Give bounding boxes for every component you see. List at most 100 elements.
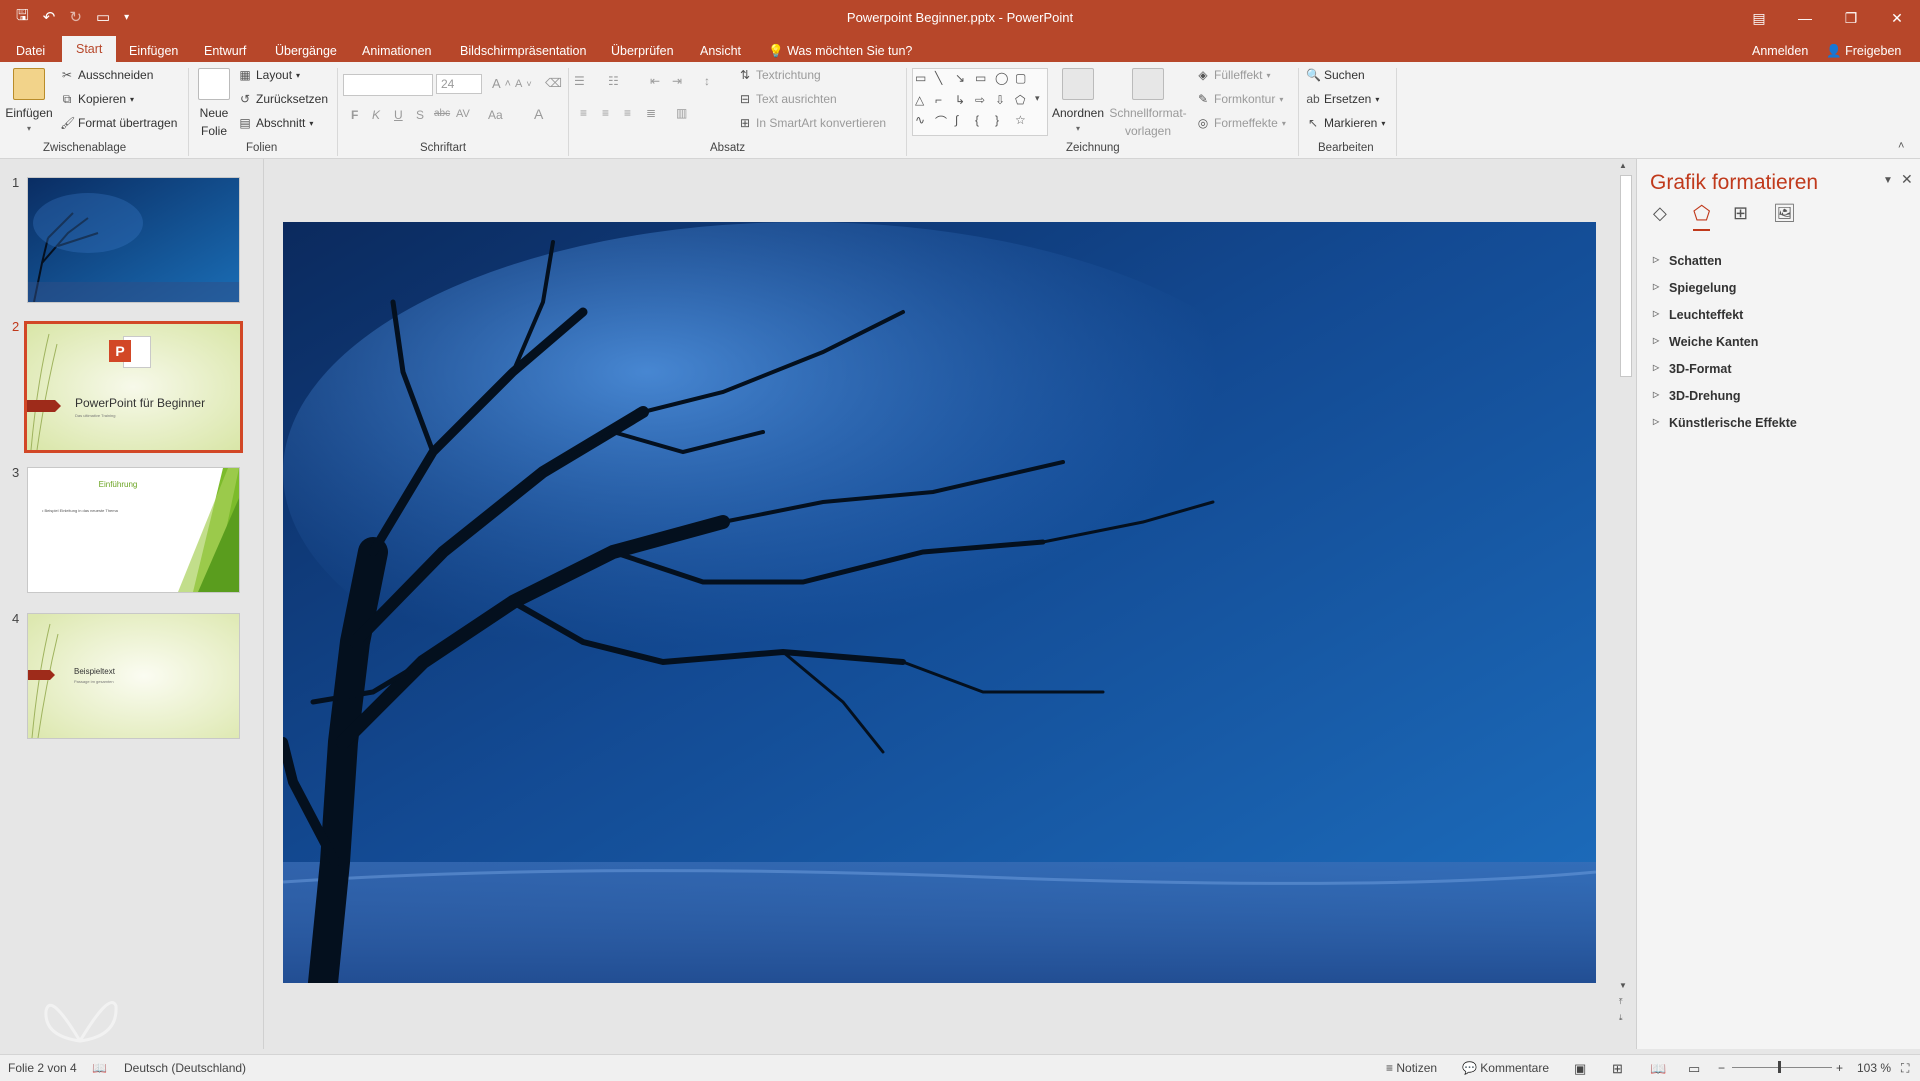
- line-spacing-button[interactable]: ↕: [704, 74, 710, 88]
- slide-thumbnail-3[interactable]: Einführung • Beispiel Einleitung in das …: [27, 467, 240, 593]
- tab-entwurf[interactable]: Entwurf: [204, 40, 246, 62]
- tab-animationen[interactable]: Animationen: [362, 40, 432, 62]
- zoom-slider-thumb[interactable]: [1778, 1061, 1781, 1073]
- down-arrow-icon[interactable]: ⇩: [995, 93, 1005, 107]
- pane-section-shadow[interactable]: ▷ Schatten: [1653, 254, 1722, 268]
- ribbon-display-options-icon[interactable]: ▤: [1736, 0, 1782, 36]
- format-painter-button[interactable]: 🖌 Format übertragen: [60, 116, 177, 130]
- zoom-out-icon[interactable]: −: [1718, 1061, 1725, 1075]
- font-name-box[interactable]: [343, 74, 433, 96]
- copy-button[interactable]: ⧉ Kopieren ▾: [60, 92, 134, 106]
- char-spacing-button[interactable]: AV: [456, 108, 470, 120]
- align-left-button[interactable]: ≡: [580, 106, 587, 120]
- rectangle-icon[interactable]: ▭: [975, 71, 986, 85]
- layout-button[interactable]: ▦ Layout ▾: [238, 68, 300, 82]
- paste-button[interactable]: Einfügen ▾: [5, 68, 53, 133]
- section-button[interactable]: ▤ Abschnitt ▾: [238, 116, 313, 130]
- find-button[interactable]: 🔍 Suchen: [1306, 68, 1365, 82]
- reset-button[interactable]: ↺ Zurücksetzen: [238, 92, 328, 106]
- reading-view-icon[interactable]: 📖: [1650, 1061, 1666, 1077]
- tab-einfuegen[interactable]: Einfügen: [129, 40, 178, 62]
- pane-section-reflection[interactable]: ▷ Spiegelung: [1653, 281, 1736, 295]
- share-button[interactable]: 👤 Freigeben: [1826, 40, 1901, 62]
- pane-options-icon[interactable]: ▼: [1883, 175, 1893, 186]
- restore-icon[interactable]: ❐: [1828, 0, 1874, 36]
- collapse-ribbon-icon[interactable]: ˄: [1898, 140, 1904, 152]
- rounded-rect-icon[interactable]: ▢: [1015, 71, 1026, 85]
- scroll-down-icon[interactable]: ▼: [1619, 981, 1627, 990]
- arrow-line-icon[interactable]: ↘: [955, 71, 965, 85]
- textbox-icon[interactable]: ▭: [915, 71, 926, 85]
- quick-styles-button[interactable]: Schnellformat- vorlagen: [1108, 68, 1188, 138]
- arrange-button[interactable]: Anordnen ▾: [1050, 68, 1106, 133]
- freeform-icon[interactable]: ⬠: [1015, 93, 1025, 107]
- underline-button[interactable]: U: [394, 108, 403, 122]
- scroll-up-icon[interactable]: ▲: [1619, 161, 1627, 170]
- brace-left-icon[interactable]: {: [975, 113, 979, 127]
- replace-button[interactable]: ab Ersetzen ▾: [1306, 92, 1379, 106]
- justify-button[interactable]: ≣: [646, 106, 656, 120]
- increase-indent-button[interactable]: ⇥: [672, 74, 682, 88]
- elbow-icon[interactable]: ↳: [955, 93, 965, 107]
- star-icon[interactable]: ☆: [1015, 113, 1026, 127]
- tell-me-search[interactable]: 💡 Was möchten Sie tun?: [768, 40, 912, 62]
- font-size-box[interactable]: 24: [436, 74, 482, 94]
- fill-line-tab-icon[interactable]: ◇: [1653, 203, 1667, 224]
- fit-slide-icon[interactable]: ⛶: [1901, 1061, 1909, 1076]
- italic-button[interactable]: K: [372, 108, 380, 122]
- tab-start[interactable]: Start: [62, 36, 117, 62]
- scrollbar-thumb[interactable]: [1620, 175, 1632, 377]
- bold-button[interactable]: F: [351, 108, 358, 122]
- zoom-in-icon[interactable]: +: [1836, 1061, 1843, 1075]
- slide-image-frozen-tree[interactable]: [278, 222, 1597, 998]
- connector-icon[interactable]: ⌐: [935, 93, 942, 107]
- notes-button[interactable]: ≡ Notizen: [1386, 1061, 1437, 1075]
- grow-font-button[interactable]: A ˄: [492, 76, 511, 91]
- triangle-icon[interactable]: △: [915, 93, 924, 107]
- tab-ansicht[interactable]: Ansicht: [700, 40, 741, 62]
- slide-thumbnail-4[interactable]: Beispieltext Passage im gesamten: [27, 613, 240, 739]
- shapes-gallery[interactable]: ▭ ╲ ↘ ▭ ◯ ▢ △ ⌐ ↳ ⇨ ⇩ ⬠ ∿ ⌒ ∫ { } ☆ ▾: [912, 68, 1048, 136]
- picture-tab-icon[interactable]: 🖼: [1773, 203, 1796, 224]
- tab-bildschirmpraesentation[interactable]: Bildschirmpräsentation: [460, 40, 586, 62]
- tab-datei[interactable]: Datei: [16, 40, 45, 62]
- slide-thumbnail-2[interactable]: P PowerPoint für Beginner Das ultimative…: [24, 321, 243, 453]
- pane-section-soft-edges[interactable]: ▷ Weiche Kanten: [1653, 335, 1758, 349]
- signin-link[interactable]: Anmelden: [1752, 40, 1808, 62]
- brace-right-icon[interactable]: }: [995, 113, 999, 127]
- pane-section-artistic-effects[interactable]: ▷ Künstlerische Effekte: [1653, 416, 1797, 430]
- tab-uebergaenge[interactable]: Übergänge: [275, 40, 337, 62]
- pane-section-3d-format[interactable]: ▷ 3D-Format: [1653, 362, 1732, 376]
- pane-section-glow[interactable]: ▷ Leuchteffekt: [1653, 308, 1743, 322]
- align-right-button[interactable]: ≡: [624, 106, 631, 120]
- align-center-button[interactable]: ≡: [602, 106, 609, 120]
- convert-smartart-button[interactable]: ⊞ In SmartArt konvertieren: [738, 116, 886, 130]
- strikethrough-button[interactable]: abc: [434, 108, 450, 119]
- numbering-button[interactable]: ☷: [608, 74, 619, 88]
- clear-format-button[interactable]: ⌫: [545, 76, 562, 90]
- language-indicator[interactable]: Deutsch (Deutschland): [124, 1061, 246, 1075]
- comments-button[interactable]: 💬 Kommentare: [1462, 1061, 1549, 1075]
- next-slide-icon[interactable]: ⤓: [1619, 1013, 1623, 1023]
- right-arrow-icon[interactable]: ⇨: [975, 93, 985, 107]
- select-button[interactable]: ↖ Markieren ▾: [1306, 116, 1385, 130]
- text-direction-button[interactable]: ⇅ Textrichtung: [738, 68, 821, 82]
- effects-tab-icon[interactable]: ⬠: [1693, 201, 1711, 231]
- spellcheck-icon[interactable]: 📖: [92, 1061, 107, 1075]
- columns-button[interactable]: ▥: [676, 106, 687, 120]
- normal-view-icon[interactable]: ▣: [1574, 1061, 1586, 1077]
- align-text-button[interactable]: ⊟ Text ausrichten: [738, 92, 837, 106]
- size-properties-tab-icon[interactable]: ⊞: [1733, 203, 1748, 224]
- pane-close-icon[interactable]: ✕: [1901, 171, 1913, 188]
- slide-sorter-icon[interactable]: ⊞: [1612, 1061, 1623, 1077]
- line-icon[interactable]: ╲: [935, 71, 942, 85]
- pane-section-3d-rotation[interactable]: ▷ 3D-Drehung: [1653, 389, 1741, 403]
- zoom-slider-track[interactable]: [1732, 1067, 1832, 1068]
- arc-icon[interactable]: ⌒: [935, 113, 947, 130]
- oval-icon[interactable]: ◯: [995, 71, 1008, 85]
- shrink-font-button[interactable]: A ˅: [515, 78, 532, 90]
- shape-outline-button[interactable]: ✎ Formkontur ▾: [1196, 92, 1283, 106]
- zoom-level[interactable]: 103 %: [1857, 1061, 1891, 1075]
- slide-thumbnail-1[interactable]: [27, 177, 240, 303]
- close-icon[interactable]: ✕: [1874, 0, 1920, 36]
